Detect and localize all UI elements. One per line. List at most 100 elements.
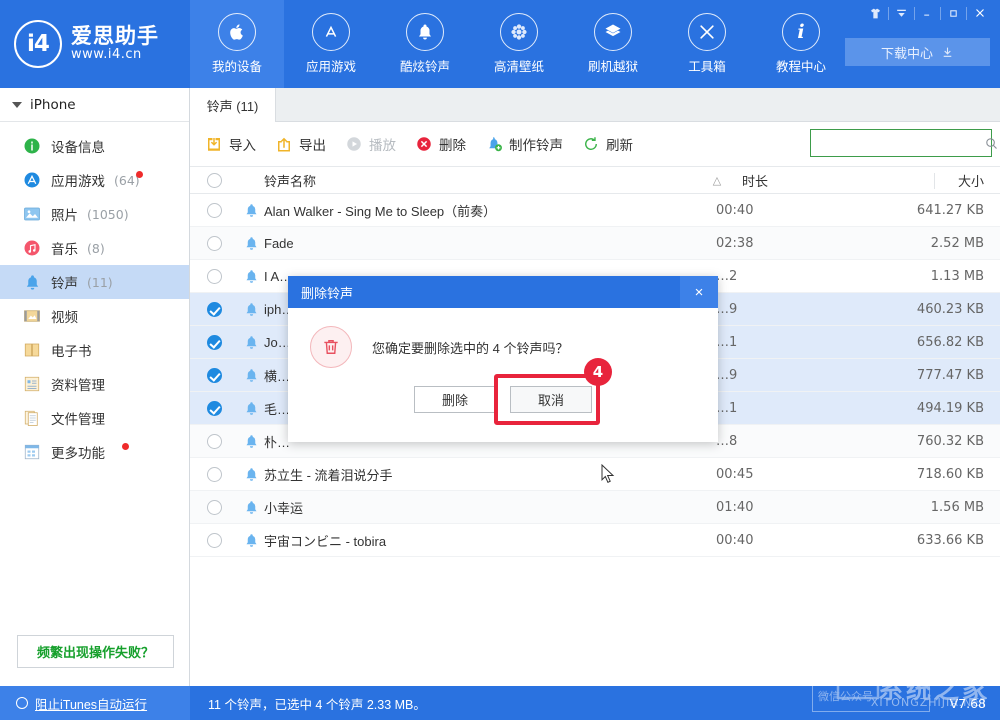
table-row[interactable]: Fade 02:38 2.52 MB bbox=[190, 227, 1000, 260]
maximize-icon[interactable] bbox=[941, 2, 966, 24]
menu-icon[interactable] bbox=[889, 2, 914, 24]
nav-item-wallpapers[interactable]: 高清壁纸 bbox=[472, 0, 566, 88]
row-checkbox[interactable] bbox=[190, 302, 238, 317]
nav-item-ringtones[interactable]: 酷炫铃声 bbox=[378, 0, 472, 88]
column-header-size[interactable]: 大小 bbox=[850, 171, 1000, 190]
row-checkbox[interactable] bbox=[190, 533, 238, 548]
row-checkbox[interactable] bbox=[190, 401, 238, 416]
checkbox[interactable] bbox=[207, 236, 222, 251]
sidebar-item-label: 视频 bbox=[51, 306, 78, 326]
row-checkbox[interactable] bbox=[190, 236, 238, 251]
column-header-name[interactable]: 铃声名称 bbox=[238, 171, 704, 190]
nav-label: 高清壁纸 bbox=[494, 56, 544, 75]
file-icon bbox=[22, 408, 42, 428]
dialog-cancel-button[interactable]: 取消 bbox=[510, 386, 592, 413]
checkbox[interactable] bbox=[207, 203, 222, 218]
export-button[interactable]: 导出 bbox=[274, 134, 326, 154]
search-input[interactable] bbox=[811, 130, 984, 156]
column-divider[interactable] bbox=[934, 173, 935, 189]
delete-button[interactable]: 删除 bbox=[414, 134, 466, 154]
device-selector[interactable]: iPhone bbox=[0, 88, 189, 122]
sidebar-item-videos[interactable]: 视频 bbox=[0, 299, 189, 333]
sidebar-item-apps-games[interactable]: 应用游戏 (64) bbox=[0, 163, 189, 197]
row-duration: 01:40 bbox=[704, 500, 850, 515]
sidebar-item-photos[interactable]: 照片 (1050) bbox=[0, 197, 189, 231]
checkbox[interactable] bbox=[207, 302, 222, 317]
nav-item-my-device[interactable]: 我的设备 bbox=[190, 0, 284, 88]
device-name: iPhone bbox=[30, 97, 76, 113]
apple-icon bbox=[218, 13, 256, 51]
checkbox[interactable] bbox=[207, 335, 222, 350]
close-icon[interactable]: × bbox=[680, 276, 718, 308]
row-checkbox[interactable] bbox=[190, 269, 238, 284]
bell-icon bbox=[238, 434, 264, 449]
sidebar-item-more[interactable]: 更多功能 bbox=[0, 435, 189, 469]
column-header-duration[interactable]: 时长 bbox=[730, 171, 850, 190]
row-checkbox[interactable] bbox=[190, 467, 238, 482]
checkbox[interactable] bbox=[207, 269, 222, 284]
block-itunes-toggle[interactable]: 阻止iTunes自动运行 bbox=[0, 686, 190, 720]
dialog-footer: 删除 取消 4 bbox=[288, 386, 718, 413]
make-ringtone-button[interactable]: 制作铃声 bbox=[484, 134, 563, 154]
close-icon[interactable] bbox=[967, 2, 992, 24]
sidebar-item-ebooks[interactable]: 电子书 bbox=[0, 333, 189, 367]
table-row[interactable]: 苏立生 - 流着泪说分手 00:45 718.60 KB bbox=[190, 458, 1000, 491]
search-icon[interactable] bbox=[984, 136, 999, 151]
tab-ringtones[interactable]: 铃声 (11) bbox=[190, 88, 276, 122]
sidebar-list: 设备信息 应用游戏 (64) 照片 (1050) 音乐 (8) bbox=[0, 122, 189, 469]
row-duration: …8 bbox=[704, 434, 850, 449]
sidebar-item-ringtones[interactable]: 铃声 (11) bbox=[0, 265, 189, 299]
delete-label: 删除 bbox=[439, 134, 466, 154]
row-checkbox[interactable] bbox=[190, 500, 238, 515]
table-row[interactable]: Alan Walker - Sing Me to Sleep（前奏） 00:40… bbox=[190, 194, 1000, 227]
search-box[interactable] bbox=[810, 129, 992, 157]
row-size: 1.56 MB bbox=[850, 500, 1000, 515]
sidebar-item-device-info[interactable]: 设备信息 bbox=[0, 129, 189, 163]
nav-label: 教程中心 bbox=[776, 56, 826, 75]
row-name: 小幸运 bbox=[264, 498, 704, 517]
notification-dot bbox=[136, 171, 143, 178]
minimize-icon[interactable] bbox=[915, 2, 940, 24]
row-checkbox[interactable] bbox=[190, 335, 238, 350]
operation-fail-help-button[interactable]: 频繁出现操作失败？ bbox=[17, 635, 174, 668]
select-all-checkbox[interactable] bbox=[190, 173, 238, 188]
window-controls bbox=[863, 2, 992, 24]
dialog-title: 删除铃声 bbox=[301, 283, 353, 302]
table-row[interactable]: 宇宙コンビニ - tobira 00:40 633.66 KB bbox=[190, 524, 1000, 557]
row-size: 1.13 MB bbox=[850, 269, 1000, 284]
dialog-confirm-button[interactable]: 删除 bbox=[414, 386, 496, 413]
sort-asc-icon[interactable]: △ bbox=[704, 174, 730, 187]
sidebar-item-music[interactable]: 音乐 (8) bbox=[0, 231, 189, 265]
nav-item-apps-games[interactable]: 应用游戏 bbox=[284, 0, 378, 88]
download-icon bbox=[941, 46, 954, 59]
block-itunes-label[interactable]: 阻止iTunes自动运行 bbox=[35, 694, 147, 713]
app-window: i4 爱思助手 www.i4.cn 我的设备 应用游戏 酷炫铃声 高清壁纸 bbox=[0, 0, 1000, 720]
checkbox[interactable] bbox=[207, 368, 222, 383]
checkbox[interactable] bbox=[207, 401, 222, 416]
checkbox[interactable] bbox=[207, 500, 222, 515]
checkbox[interactable] bbox=[207, 533, 222, 548]
import-button[interactable]: 导入 bbox=[204, 134, 256, 154]
nav-item-flash-jailbreak[interactable]: 刷机越狱 bbox=[566, 0, 660, 88]
sidebar-item-label: 设备信息 bbox=[51, 136, 105, 156]
appstore-circle-icon bbox=[22, 170, 42, 190]
checkbox[interactable] bbox=[207, 173, 222, 188]
dialog-body: 您确定要删除选中的 4 个铃声吗？ bbox=[288, 308, 718, 386]
sidebar-item-file-manage[interactable]: 文件管理 bbox=[0, 401, 189, 435]
sidebar-item-data-manage[interactable]: 资料管理 bbox=[0, 367, 189, 401]
row-size: 777.47 KB bbox=[850, 368, 1000, 383]
table-row[interactable]: 小幸运 01:40 1.56 MB bbox=[190, 491, 1000, 524]
download-center-button[interactable]: 下载中心 bbox=[845, 38, 990, 66]
checkbox[interactable] bbox=[207, 467, 222, 482]
refresh-button[interactable]: 刷新 bbox=[581, 134, 633, 154]
nav-item-tutorial[interactable]: i 教程中心 bbox=[754, 0, 848, 88]
row-checkbox[interactable] bbox=[190, 203, 238, 218]
checkbox[interactable] bbox=[207, 434, 222, 449]
skin-icon[interactable] bbox=[863, 2, 888, 24]
row-size: 460.23 KB bbox=[850, 302, 1000, 317]
row-checkbox[interactable] bbox=[190, 368, 238, 383]
nav-item-toolbox[interactable]: 工具箱 bbox=[660, 0, 754, 88]
radio-icon[interactable] bbox=[16, 697, 28, 709]
box-icon bbox=[594, 13, 632, 51]
row-checkbox[interactable] bbox=[190, 434, 238, 449]
